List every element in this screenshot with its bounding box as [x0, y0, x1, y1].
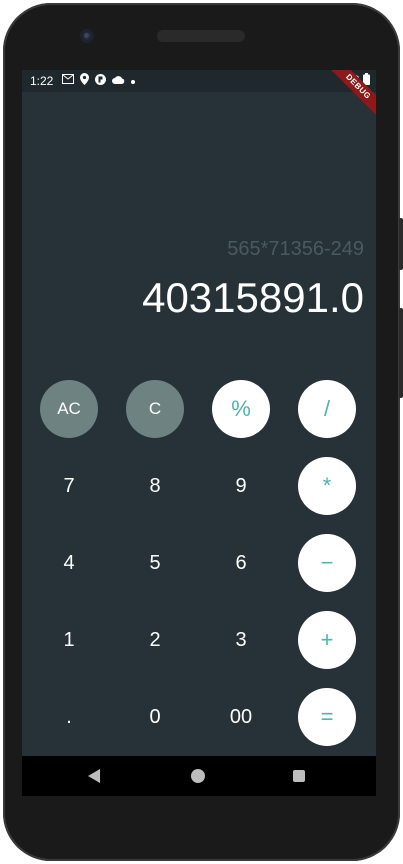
decimal-point-button[interactable]: . [40, 688, 98, 746]
power-button [399, 218, 403, 270]
digit-8-button[interactable]: 8 [126, 457, 184, 515]
dot-icon [131, 74, 135, 88]
digit-6-button[interactable]: 6 [212, 534, 270, 592]
digit-3-button[interactable]: 3 [212, 611, 270, 669]
digit-0-button[interactable]: 0 [126, 688, 184, 746]
navigation-bar [22, 756, 376, 796]
multiply-button[interactable]: * [298, 457, 356, 515]
earpiece-speaker [157, 30, 245, 42]
digit-5-button[interactable]: 5 [126, 534, 184, 592]
plus-button[interactable]: + [298, 611, 356, 669]
status-time: 1:22 [30, 74, 54, 88]
digit-9-button[interactable]: 9 [212, 457, 270, 515]
double-zero-button[interactable]: 00 [212, 688, 270, 746]
volume-button [399, 308, 403, 398]
equals-button[interactable]: = [298, 688, 356, 746]
app-icon [95, 73, 106, 89]
front-camera [80, 29, 94, 43]
status-left-icons [62, 73, 135, 89]
digit-7-button[interactable]: 7 [40, 457, 98, 515]
minus-button[interactable]: − [298, 534, 356, 592]
percent-button[interactable]: % [212, 380, 270, 438]
all-clear-button[interactable]: AC [40, 380, 98, 438]
digit-2-button[interactable]: 2 [126, 611, 184, 669]
back-icon[interactable] [88, 769, 100, 783]
expression-display: 565*71356-249 [227, 238, 364, 260]
app-screen: 1:22 DEBUG 565*71356-249 40315891.0 AC C… [22, 70, 376, 756]
cloud-icon [112, 74, 125, 88]
recent-apps-icon[interactable] [293, 770, 305, 782]
gmail-icon [62, 74, 74, 88]
divide-button[interactable]: / [298, 380, 356, 438]
digit-4-button[interactable]: 4 [40, 534, 98, 592]
status-bar: 1:22 [22, 70, 376, 92]
home-icon[interactable] [191, 769, 205, 783]
result-display: 40315891.0 [142, 274, 364, 321]
digit-1-button[interactable]: 1 [40, 611, 98, 669]
clear-button[interactable]: C [126, 380, 184, 438]
location-icon [80, 73, 89, 89]
